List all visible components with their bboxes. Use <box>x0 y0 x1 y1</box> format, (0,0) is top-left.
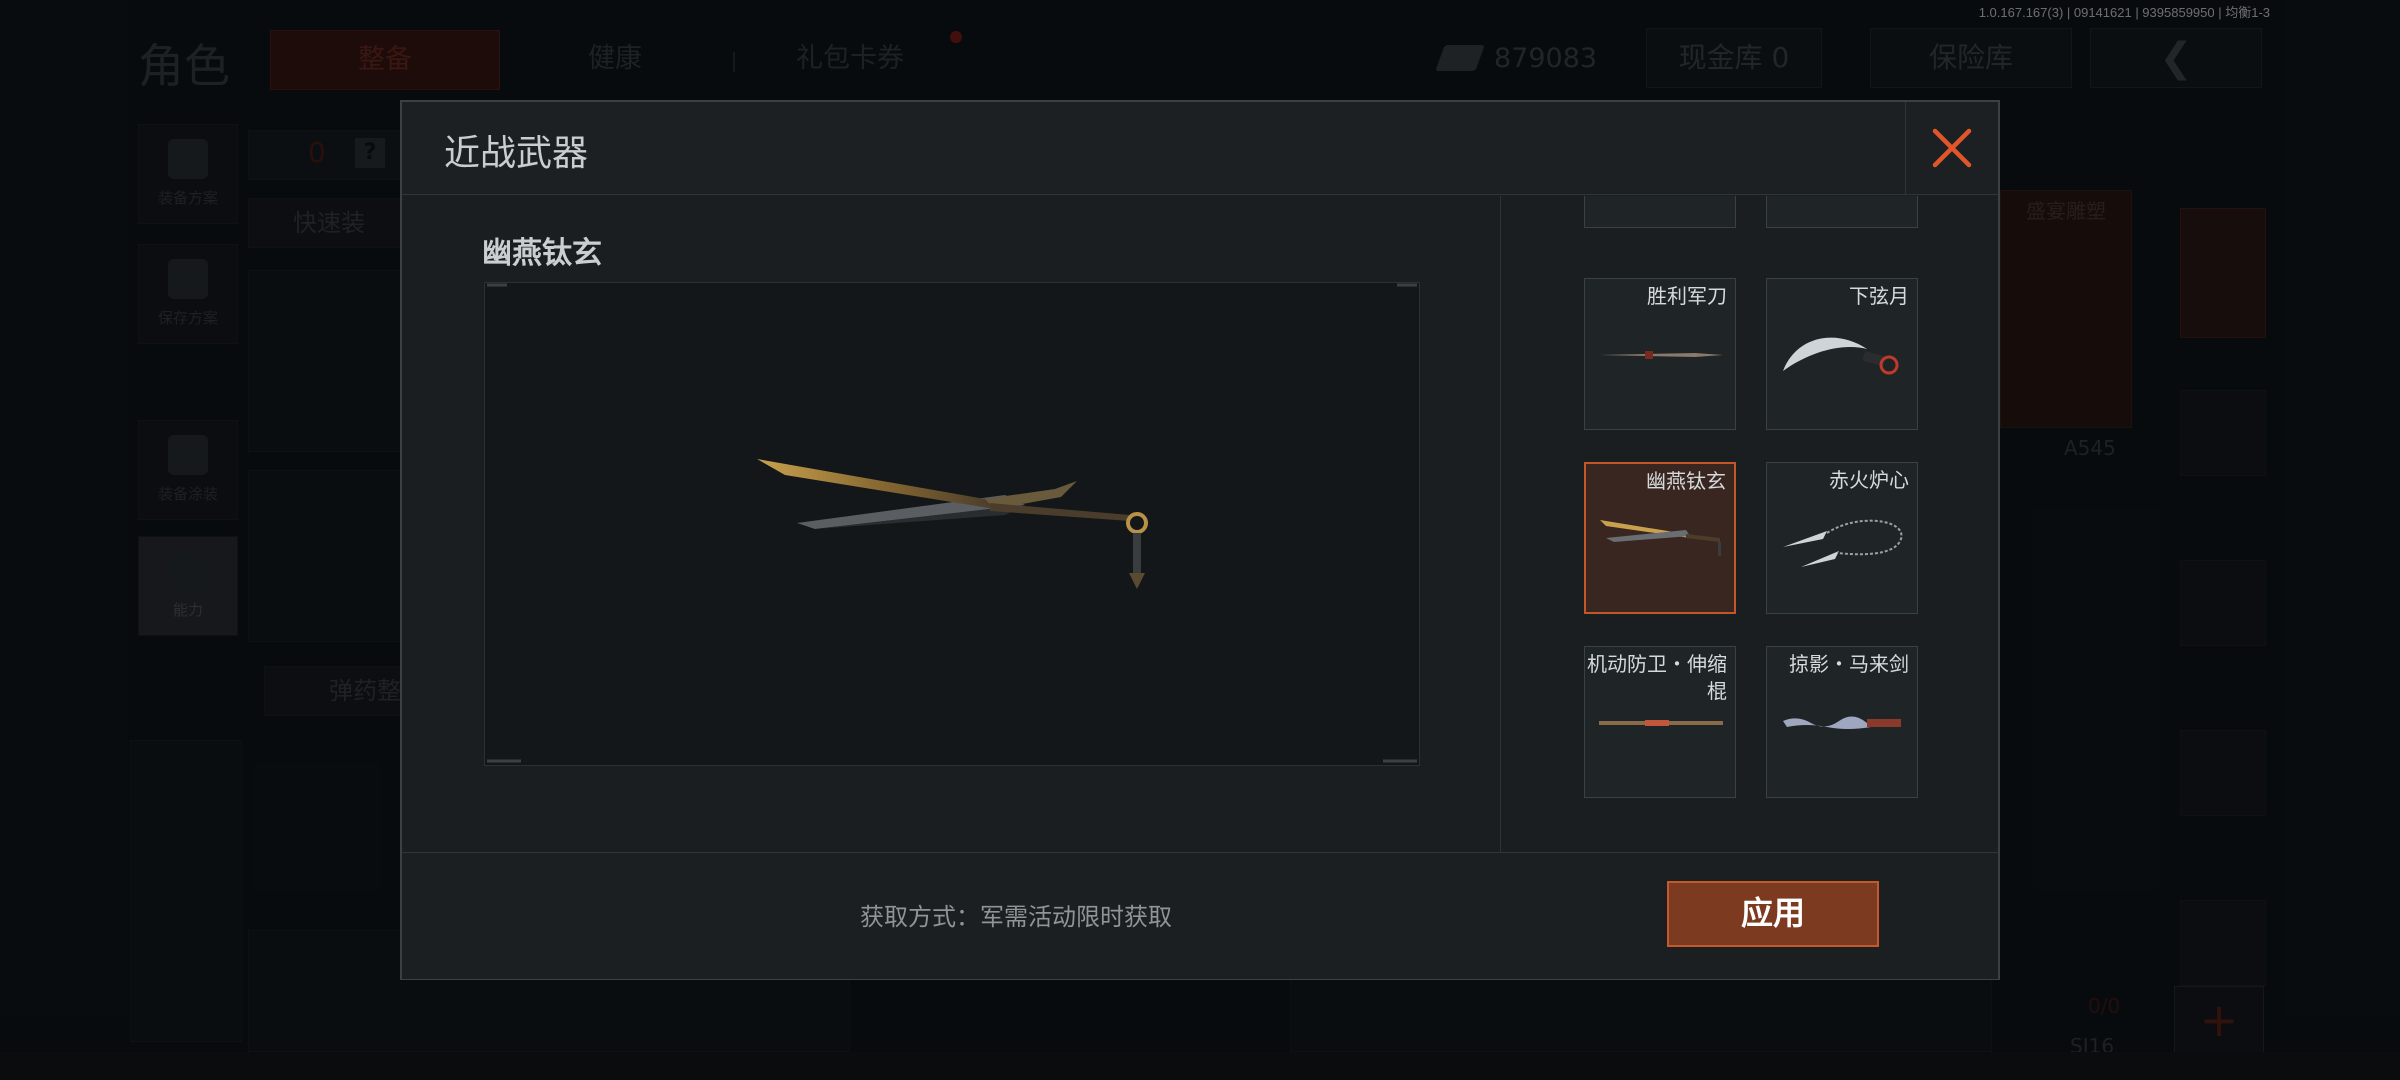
back-button[interactable]: ❮ <box>2090 28 2262 88</box>
weapon-item-partial[interactable] <box>1766 196 1918 228</box>
money-icon <box>1435 45 1485 71</box>
kris-thumbnail <box>1783 716 1901 729</box>
weapon-item-baton[interactable]: 机动防卫・伸缩棍 <box>1584 646 1736 798</box>
painted-item-card[interactable]: 盛宴雕塑 <box>2000 190 2132 428</box>
currency-amount: 879083 <box>1494 42 1598 74</box>
dialog-body: 幽燕钛玄 胜利军刀 下弦月 幽燕钛玄 赤火炉心 机动防卫・伸缩棍 掠影・马来剑 <box>402 196 1998 852</box>
currency-display: 879083 <box>1435 33 1608 83</box>
ammo-fraction: 0/0 <box>2088 994 2121 1018</box>
download-icon <box>168 259 208 299</box>
nav-skins[interactable]: 装备涂装 <box>138 420 238 520</box>
weapon-item-crescent-moon[interactable]: 下弦月 <box>1766 278 1918 430</box>
bag-count: 0 <box>308 136 326 169</box>
weapon-item-kris[interactable]: 掠影・马来剑 <box>1766 646 1918 798</box>
panel-divider <box>1500 196 1501 852</box>
nav-loadout[interactable]: 装备方案 <box>138 124 238 224</box>
equipment-slot[interactable] <box>130 740 242 1042</box>
melee-weapon-dialog: 近战武器 幽燕钛玄 胜利军刀 下弦月 幽燕钛玄 赤火炉心 机动防卫・伸缩棍 掠影… <box>400 100 2000 980</box>
chihuo-luxin-thumbnail <box>1783 519 1903 567</box>
baton-thumbnail <box>1599 720 1723 726</box>
nav-save-loadout[interactable]: 保存方案 <box>138 244 238 344</box>
backpack-icon <box>168 139 208 179</box>
weapon-item-victory-saber[interactable]: 胜利军刀 <box>1584 278 1736 430</box>
close-icon <box>1932 128 1972 168</box>
tab-divider <box>733 52 735 72</box>
tab-prepare[interactable]: 整备 <box>270 30 500 90</box>
weapon-code-1: A545 <box>2064 436 2116 460</box>
add-button[interactable]: + <box>2174 986 2264 1058</box>
tab-health[interactable]: 健康 <box>560 30 670 88</box>
help-icon[interactable]: ? <box>355 138 385 168</box>
safe-vault-button[interactable]: 保险库 <box>1870 28 2072 88</box>
youyan-taixuan-thumbnail <box>1600 520 1721 556</box>
weapon-preview[interactable] <box>484 282 1420 766</box>
nav-skins-label: 装备涂装 <box>157 485 218 503</box>
page-title: 角色 <box>138 39 230 93</box>
bottom-strip <box>0 1052 2400 1080</box>
side-slot-rifle[interactable] <box>2180 560 2266 646</box>
chevron-left-icon: ❮ <box>2159 35 2193 81</box>
weapon-grid: 胜利军刀 下弦月 幽燕钛玄 赤火炉心 机动防卫・伸缩棍 掠影・马来剑 <box>1502 196 1998 852</box>
victory-saber-thumbnail <box>1599 351 1723 359</box>
dialog-footer: 获取方式：军需活动限时获取 应用 <box>402 852 1998 979</box>
weapon-item-youyan-taixuan[interactable]: 幽燕钛玄 <box>1584 462 1736 614</box>
obtain-method-text: 获取方式：军需活动限时获取 <box>860 903 1172 931</box>
side-slot-magazine[interactable] <box>2180 730 2266 816</box>
lightning-hex-icon <box>168 551 208 591</box>
soldier-icon <box>168 435 208 475</box>
tab-gift-cards[interactable]: 礼包卡券 <box>770 30 930 88</box>
weapon-item-partial[interactable] <box>1584 196 1736 228</box>
side-slot-helmet[interactable] <box>2180 390 2266 476</box>
dialog-header: 近战武器 <box>402 102 1998 195</box>
side-slot-ammo[interactable] <box>2180 900 2266 986</box>
painted-item-label: 盛宴雕塑 <box>2026 199 2106 223</box>
apply-button[interactable]: 应用 <box>1667 881 1879 947</box>
dialog-title: 近战武器 <box>444 133 589 174</box>
karambit-thumbnail <box>1783 337 1899 375</box>
weapon-model-image <box>487 283 1417 763</box>
nav-loadout-label: 装备方案 <box>157 189 218 207</box>
nav-ability[interactable]: 能力 <box>138 536 238 636</box>
side-slot-active[interactable] <box>2180 208 2266 338</box>
cash-vault-button[interactable]: 现金库 0 <box>1646 28 1822 88</box>
nav-save-label: 保存方案 <box>157 309 218 327</box>
notification-dot <box>950 31 962 43</box>
selected-weapon-name: 幽燕钛玄 <box>482 236 602 271</box>
build-info: 1.0.167.167(3) | 09141621 | 9395859950 |… <box>1978 5 2270 20</box>
nav-ability-label: 能力 <box>172 601 203 619</box>
close-button[interactable] <box>1905 102 1998 194</box>
weapon-item-chihuo-luxin[interactable]: 赤火炉心 <box>1766 462 1918 614</box>
